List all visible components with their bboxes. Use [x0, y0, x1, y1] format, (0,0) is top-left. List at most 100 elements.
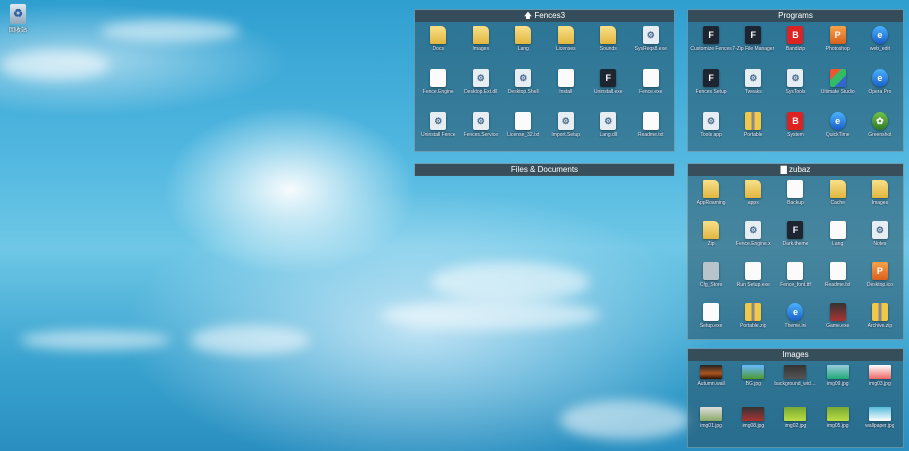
fence-item-label: img05.jpg [826, 423, 849, 429]
fence-item[interactable]: e Theme.ini [774, 303, 816, 344]
fence-item[interactable]: Docs [417, 26, 460, 69]
fence-item[interactable]: BG.jpg [732, 365, 774, 407]
fence-item[interactable]: Ultimate Studio [817, 69, 859, 112]
fence-title-bar[interactable]: Images [688, 349, 903, 361]
fence-item[interactable]: ⚙ SysTools [774, 69, 816, 112]
doc-icon [515, 112, 532, 130]
fence-item[interactable]: ✿ Greenshot [859, 112, 901, 155]
fence-item[interactable]: Autumn.wall [690, 365, 732, 407]
fence-item[interactable]: img03.jpg [859, 365, 901, 407]
fence-item[interactable]: img05.jpg [817, 407, 859, 449]
fence-item[interactable]: ⚙ Uninstall Fence [417, 112, 460, 155]
fence-item[interactable]: Cfg_Store [690, 262, 732, 303]
fence-item[interactable]: F Dark.theme [774, 221, 816, 262]
fence-item[interactable]: Fence.Engine [417, 69, 460, 112]
fence-item[interactable]: Readme.txt [630, 112, 673, 155]
fence-item-label: SysTools [785, 89, 806, 95]
fence-item[interactable]: Portable.zip [732, 303, 774, 344]
fence-item-label: Desktop.Shell [507, 89, 539, 95]
blue-icon: e [871, 26, 888, 44]
fence-item[interactable]: Images [859, 180, 901, 221]
fence-item[interactable]: F Customize Fences [690, 26, 732, 69]
fence-item[interactable]: P Photoshop [817, 26, 859, 69]
fence-item[interactable]: F 7-Zip File Manager [732, 26, 774, 69]
fence-item[interactable]: ⚙ Fence.Engine.x [732, 221, 774, 262]
fence-item[interactable]: wallpaper.jpg [859, 407, 901, 449]
fence-item[interactable]: Backup [774, 180, 816, 221]
fence-item-label: Fence.Engine [422, 89, 454, 95]
fence-item-label: Fence_font.ttf [780, 282, 811, 288]
fence-item[interactable]: ⚙ Fences.Service [460, 112, 503, 155]
fence-item[interactable]: apps [732, 180, 774, 221]
fence-item-label: Greenshot [868, 132, 892, 138]
fence-item[interactable]: ⚙ SysReqs8.exe [630, 26, 673, 69]
gear-icon: ⚙ [472, 69, 489, 87]
fence-item[interactable]: Licenses [545, 26, 588, 69]
recycle-bin[interactable]: ♻ 回收站 [4, 4, 32, 34]
dark-icon: F [745, 26, 762, 44]
red-icon: B [787, 26, 804, 44]
fence-item[interactable]: ⚙ Notes [859, 221, 901, 262]
fence-programs[interactable]: Programs F Customize Fences F 7-Zip File Ma… [687, 9, 904, 152]
fence-title-bar[interactable]: Files & Documents [415, 164, 674, 176]
fence-item[interactable]: e web_edit [859, 26, 901, 69]
fence-item[interactable]: ⚙ Import.Setup [545, 112, 588, 155]
gear-icon: ⚙ [787, 69, 804, 87]
fence-zubaz[interactable]: ▇ zubaz AppRoaming apps Backup Cache Images Z… [687, 163, 904, 340]
folder-icon [515, 26, 532, 44]
fence-item[interactable]: ⚙ Tweaks [732, 69, 774, 112]
fence-item[interactable]: ⚙ Desktop.Shell [502, 69, 545, 112]
fence-item[interactable]: Readme.txt [817, 262, 859, 303]
fence-item[interactable]: ⚙ Lang.dll [587, 112, 630, 155]
fence-files-documents[interactable]: Files & Documents [414, 163, 675, 176]
fence-title-bar[interactable]: ▇ zubaz [688, 164, 903, 176]
folder-icon [703, 180, 720, 198]
fence-item-label: BG.jpg [745, 381, 761, 387]
fence-item[interactable]: Lang [817, 221, 859, 262]
fence-item[interactable]: e QuickTime [817, 112, 859, 155]
fence-item[interactable]: background_wide.jpg [774, 365, 817, 407]
fence-item[interactable]: F Fences Setup [690, 69, 732, 112]
fence-item[interactable]: Zip [690, 221, 732, 262]
fence-item-label: Portable [743, 132, 763, 138]
img8-icon [868, 407, 891, 421]
zip-icon [745, 112, 762, 130]
fence-item[interactable]: Fence_font.ttf [774, 262, 816, 303]
fence-item[interactable]: ⚙ Desktop.Ext.dll [460, 69, 503, 112]
fence-item[interactable]: img08.jpg [732, 407, 774, 449]
fence-item[interactable]: Archive.zip [859, 303, 901, 344]
fence-item[interactable]: ⚙ Tools app [690, 112, 732, 155]
fence-item[interactable]: img01.jpg [690, 407, 732, 449]
fence-item[interactable]: Portable [732, 112, 774, 155]
fence-item[interactable]: e Opera Pro [859, 69, 901, 112]
fence-fences3[interactable]: 🡅 Fences3 Docs Images Lang Licenses Sounds ⚙ S… [414, 9, 675, 152]
fence-item[interactable]: img09.jpg [817, 365, 859, 407]
fence-item[interactable]: B Bandizip [774, 26, 816, 69]
fence-item[interactable]: Images [460, 26, 503, 69]
fence-item[interactable]: Sounds [587, 26, 630, 69]
fence-item[interactable]: Lang [502, 26, 545, 69]
fence-item[interactable]: License_32.txt [502, 112, 545, 155]
fence-item-label: Lang [832, 241, 844, 247]
fence-title-bar[interactable]: 🡅 Fences3 [415, 10, 674, 22]
fence-item-label: Install [559, 89, 573, 95]
fence-item[interactable]: img02.jpg [774, 407, 816, 449]
fence-item[interactable]: Game.exe [817, 303, 859, 344]
fence-item[interactable]: Fence.exe [630, 69, 673, 112]
fence-item[interactable]: Setup.exe [690, 303, 732, 344]
fence-images[interactable]: Images Autumn.wall BG.jpg background_wide.… [687, 348, 904, 448]
fence-item[interactable]: AppRoaming [690, 180, 732, 221]
fence-item-label: wallpaper.jpg [865, 423, 895, 429]
fence-item[interactable]: Cache [817, 180, 859, 221]
fence-item[interactable]: Install [545, 69, 588, 112]
up-arrow-icon: 🡅 [523, 11, 535, 20]
fence-item[interactable]: F Uninstall.exe [587, 69, 630, 112]
fence-item-label: Run Setup.exe [736, 282, 770, 288]
fence-item[interactable]: Run Setup.exe [732, 262, 774, 303]
fence-title-bar[interactable]: Programs [688, 10, 903, 22]
cube-icon [829, 69, 846, 87]
fence-item[interactable]: P Desktop.ico [859, 262, 901, 303]
fence-item[interactable]: B System [774, 112, 816, 155]
folder-icon [703, 221, 720, 239]
doc-icon [829, 221, 846, 239]
